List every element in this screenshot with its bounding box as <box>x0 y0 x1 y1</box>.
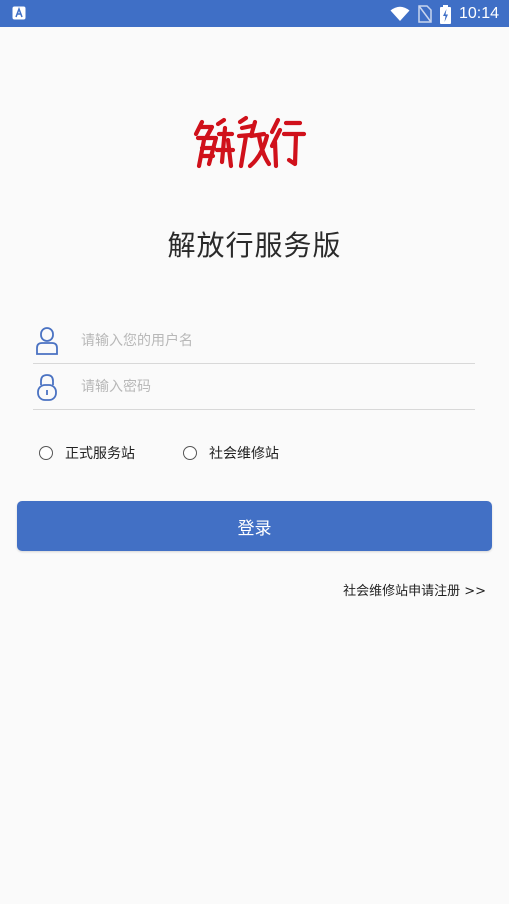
username-field <box>33 318 475 364</box>
app-title: 解放行服务版 <box>167 229 342 262</box>
lock-icon <box>37 374 57 401</box>
password-field <box>33 364 475 410</box>
status-time: 10:14 <box>458 5 499 22</box>
radio-circle[interactable] <box>39 446 53 460</box>
status-bar: 10:14 <box>0 0 509 27</box>
jiefangxing-logo <box>193 115 307 169</box>
user-icon <box>36 327 58 355</box>
register-link[interactable]: 社会维修站申请注册 >> <box>343 580 486 599</box>
wifi-icon <box>390 6 410 21</box>
radio-label: 社会维修站 <box>209 446 279 462</box>
app-notification-icon <box>12 6 26 20</box>
no-sim-icon <box>418 5 432 23</box>
password-input[interactable] <box>81 372 461 402</box>
radio-social-repair-station[interactable]: 社会维修站 <box>183 443 279 463</box>
radio-label: 正式服务站 <box>65 446 135 462</box>
radio-formal-station[interactable]: 正式服务站 <box>39 443 135 463</box>
radio-circle[interactable] <box>183 446 197 460</box>
battery-charging-icon <box>439 4 451 24</box>
username-input[interactable] <box>81 326 461 356</box>
login-button[interactable]: 登录 <box>17 501 492 551</box>
